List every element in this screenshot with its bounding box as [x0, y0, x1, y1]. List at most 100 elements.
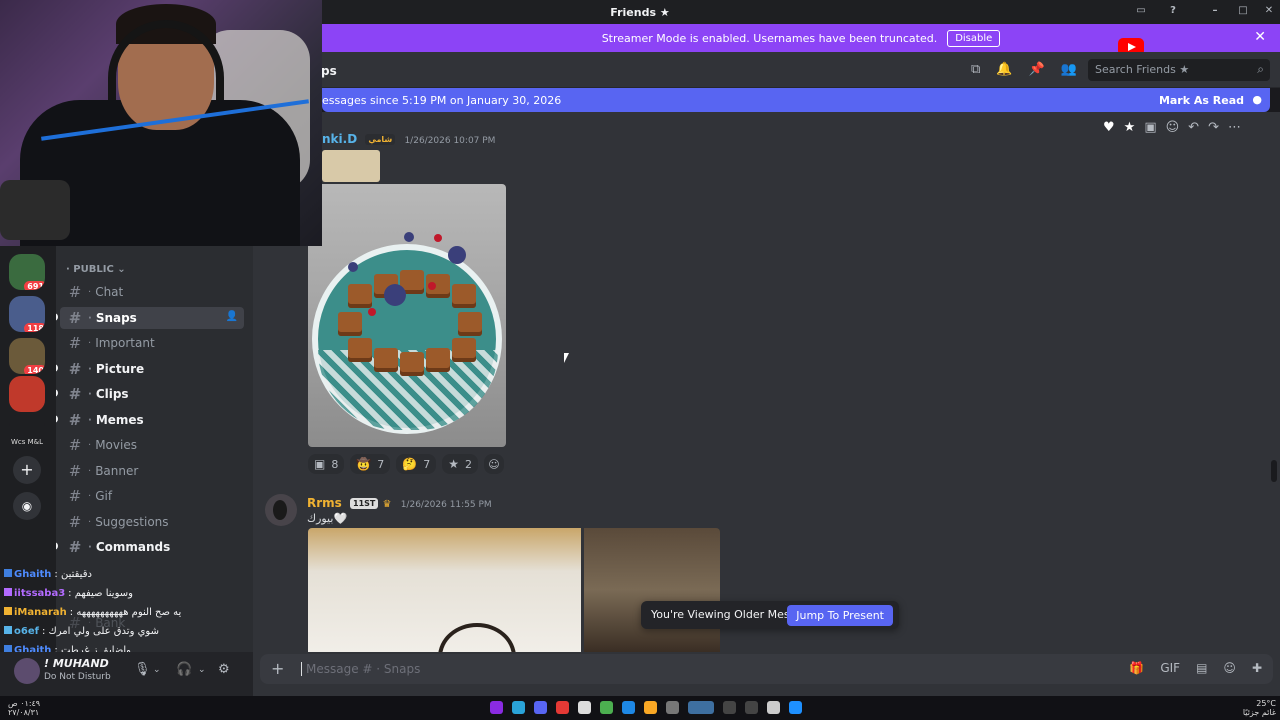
attachment-image[interactable]: [308, 184, 506, 447]
mark-as-read-button[interactable]: Mark As Read: [1159, 94, 1244, 107]
server-icon[interactable]: 118: [9, 296, 45, 332]
app-icon[interactable]: [578, 701, 591, 714]
app-icon[interactable]: [666, 701, 679, 714]
threads-icon[interactable]: ⧉: [971, 62, 980, 77]
heart-icon[interactable]: ♥: [1103, 120, 1115, 135]
minimize-icon[interactable]: –: [1208, 4, 1222, 18]
sticker-picker-icon[interactable]: ▤: [1196, 661, 1207, 675]
mouse-cursor-icon: [564, 353, 569, 363]
gift-icon[interactable]: 🎁: [1129, 661, 1144, 675]
message-input[interactable]: Message # · Snaps: [301, 662, 420, 676]
app-icon[interactable]: [490, 701, 503, 714]
channel-item-banner[interactable]: # · Banner: [60, 460, 244, 482]
bell-icon[interactable]: 🔔: [996, 62, 1012, 77]
channel-item-movies[interactable]: # · Movies: [60, 434, 244, 456]
close-banner-icon[interactable]: ✕: [1254, 29, 1266, 45]
mark-read-icon: ●: [1252, 93, 1262, 106]
channel-item-snaps[interactable]: # · Snaps 👤: [54, 307, 244, 329]
new-messages-bar[interactable]: essages since 5:19 PM on January 30, 202…: [322, 88, 1270, 112]
headphones-icon[interactable]: 🎧: [176, 662, 192, 677]
disable-button[interactable]: Disable: [947, 29, 1001, 47]
server-icon[interactable]: 691: [9, 254, 45, 290]
channel-item-suggestions[interactable]: # · Suggestions: [60, 511, 244, 533]
avatar[interactable]: [265, 494, 297, 526]
stream-chat-overlay: Ghaith: دقيقتين iitssaba3: وسوينا صيفهم …: [4, 565, 244, 660]
maximize-icon[interactable]: □: [1236, 4, 1250, 18]
more-icon[interactable]: ⋯: [1228, 120, 1241, 135]
pin-icon[interactable]: 📌: [1028, 62, 1044, 77]
app-icon[interactable]: [600, 701, 613, 714]
server-icon[interactable]: 140: [9, 338, 45, 374]
server-folder[interactable]: Wcs M&L: [9, 414, 45, 450]
crown-icon: ♛: [382, 499, 392, 510]
edge-icon[interactable]: [622, 701, 635, 714]
channel-item-clips[interactable]: # · Clips: [54, 383, 244, 405]
jump-to-present-button[interactable]: Jump To Present: [787, 605, 893, 626]
stream-chat-line: iManarah: يه صح النوم ههههههههههه: [4, 603, 244, 622]
discord-icon[interactable]: [534, 701, 547, 714]
person-sticker-icon: ▣: [314, 457, 326, 471]
reaction-chip[interactable]: ★ 2: [442, 454, 479, 474]
forward-icon[interactable]: ↷: [1208, 120, 1219, 135]
search-icon[interactable]: [745, 701, 758, 714]
attach-plus-icon[interactable]: +: [271, 659, 284, 678]
channel-item-picture[interactable]: # · Picture: [54, 358, 244, 380]
windows-start-icon[interactable]: [789, 701, 802, 714]
app-icon[interactable]: [767, 701, 780, 714]
reaction-chip[interactable]: 🤠 7: [350, 454, 391, 474]
members-icon[interactable]: 👥: [1061, 62, 1077, 77]
server-icon[interactable]: [9, 376, 45, 412]
message-author[interactable]: nki.D شامي 1/26/2026 10:07 PM: [322, 132, 495, 146]
add-reaction-icon[interactable]: ☺: [1166, 120, 1180, 135]
weather-widget[interactable]: 25°C غائم جزئيًا: [1243, 699, 1276, 717]
hash-icon: #: [68, 538, 82, 556]
gif-icon[interactable]: GIF: [1160, 661, 1180, 675]
face-cowboy-icon: 🤠: [356, 457, 372, 471]
search-input[interactable]: Search Friends ★ ⌕: [1088, 59, 1270, 81]
banner-text: Streamer Mode is enabled. Usernames have…: [601, 31, 938, 45]
scrollbar-thumb[interactable]: [1271, 460, 1277, 482]
app-icon[interactable]: [556, 701, 569, 714]
webcam-overlay: [0, 0, 322, 246]
chevron-down-icon[interactable]: ⌄: [198, 665, 206, 675]
hash-icon: #: [68, 334, 82, 352]
gear-icon[interactable]: ⚙: [218, 662, 230, 677]
author-badge: شامي: [365, 134, 396, 145]
window-title: Friends ★: [610, 5, 670, 19]
close-window-icon[interactable]: ✕: [1262, 4, 1276, 18]
avatar[interactable]: [14, 658, 40, 684]
author-name[interactable]: Rrms: [307, 496, 342, 510]
channel-item-chat[interactable]: # · Chat: [60, 281, 244, 303]
folder-icon[interactable]: [644, 701, 657, 714]
add-server-button[interactable]: +: [13, 456, 41, 484]
add-reaction-button[interactable]: ☺: [484, 454, 505, 474]
star-icon[interactable]: ★: [1124, 120, 1136, 135]
username[interactable]: ! MUHAND: [44, 657, 109, 670]
reaction-chip[interactable]: ▣ 8: [308, 454, 345, 474]
channel-item-gif[interactable]: # · Gif: [60, 485, 244, 507]
app-icon[interactable]: [688, 701, 714, 714]
microphone-icon[interactable]: 🎙: [134, 662, 151, 677]
telegram-icon[interactable]: [512, 701, 525, 714]
apps-icon[interactable]: ✚: [1252, 661, 1262, 675]
emoji-icon[interactable]: ☺: [1223, 661, 1236, 675]
channel-item-important[interactable]: # · Important: [60, 332, 244, 354]
help-icon[interactable]: ?: [1166, 4, 1180, 18]
sticker-image[interactable]: [322, 150, 380, 182]
attachment-image[interactable]: [308, 528, 581, 652]
stream-chat-line: o6ef: شوي وتدق على ولي امرك: [4, 622, 244, 641]
app-icon[interactable]: [723, 701, 736, 714]
message-author[interactable]: Rrms 11ST ♛ 1/26/2026 11:55 PM: [307, 496, 492, 510]
category-header[interactable]: · PUBLIC ⌄: [66, 264, 126, 275]
author-name[interactable]: nki.D: [322, 132, 357, 146]
sticker-icon[interactable]: ▣: [1144, 120, 1156, 135]
discover-icon[interactable]: ◉: [13, 492, 41, 520]
channel-item-commands[interactable]: # · Commands: [54, 536, 244, 558]
attachment-image[interactable]: [584, 528, 720, 652]
reply-icon[interactable]: ↶: [1188, 120, 1199, 135]
inbox-icon[interactable]: ▭: [1134, 4, 1148, 18]
reaction-chip[interactable]: 🤔 7: [396, 454, 437, 474]
add-user-icon[interactable]: 👤: [226, 311, 238, 322]
chevron-down-icon[interactable]: ⌄: [153, 665, 161, 675]
channel-item-memes[interactable]: # · Memes: [54, 409, 244, 431]
